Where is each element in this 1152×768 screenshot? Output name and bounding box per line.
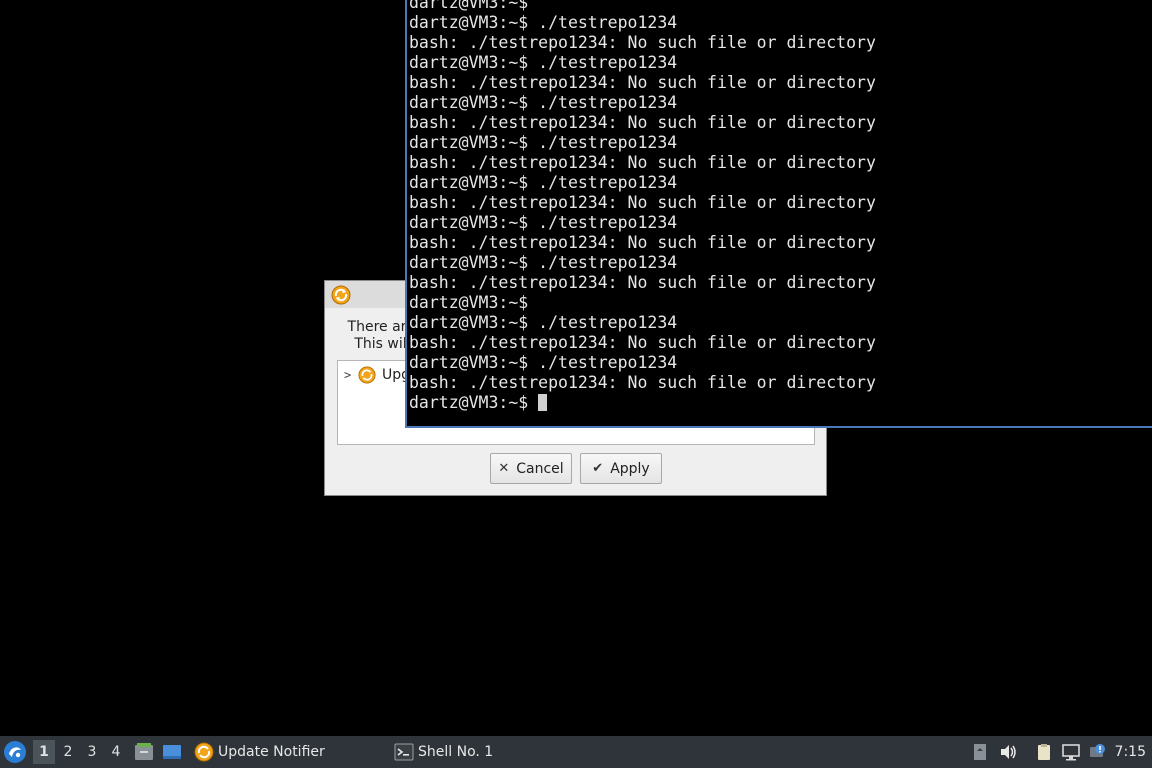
terminal-prompt: dartz@VM3:~$	[409, 393, 529, 412]
terminal-line: bash: ./testrepo1234: No such file or di…	[409, 273, 876, 292]
workspace-2[interactable]: 2	[57, 740, 79, 764]
cancel-button-label: Cancel	[516, 460, 564, 477]
network-icon[interactable]	[1062, 743, 1080, 761]
terminal-line: dartz@VM3:~$ ./testrepo1234	[409, 313, 678, 332]
terminal-prompt-line[interactable]: dartz@VM3:~$	[409, 393, 876, 413]
terminal-output: dartz@VM3:~$ dartz@VM3:~$ ./testrepo1234 b…	[409, 0, 876, 413]
task-label: Update Notifier	[218, 744, 325, 760]
terminal-line: bash: ./testrepo1234: No such file or di…	[409, 333, 876, 352]
workspace-3[interactable]: 3	[81, 740, 103, 764]
terminal-line: bash: ./testrepo1234: No such file or di…	[409, 373, 876, 392]
clipboard-icon[interactable]	[1035, 743, 1053, 761]
terminal-line: bash: ./testrepo1234: No such file or di…	[409, 113, 876, 132]
terminal-window[interactable]: dartz@VM3:~$ dartz@VM3:~$ ./testrepo1234 b…	[405, 0, 1152, 428]
terminal-line: dartz@VM3:~$ ./testrepo1234	[409, 253, 678, 272]
start-menu-icon[interactable]	[3, 740, 27, 764]
update-notifier-icon	[194, 742, 214, 762]
file-manager-icon[interactable]	[134, 742, 154, 762]
terminal-line: dartz@VM3:~$	[409, 293, 529, 312]
volume-icon[interactable]	[999, 743, 1017, 761]
terminal-line: dartz@VM3:~$ ./testrepo1234	[409, 93, 678, 112]
checkmark-icon: ✔	[592, 461, 604, 476]
terminal-line: bash: ./testrepo1234: No such file or di…	[409, 153, 876, 172]
terminal-line: dartz@VM3:~$	[409, 0, 529, 12]
task-update-notifier[interactable]: Update Notifier	[194, 739, 325, 765]
terminal-icon	[394, 743, 414, 761]
workspace-4[interactable]: 4	[105, 740, 127, 764]
terminal-line: bash: ./testrepo1234: No such file or di…	[409, 33, 876, 52]
update-alert-icon[interactable]	[1089, 743, 1107, 761]
update-notifier-icon	[331, 285, 351, 305]
show-desktop-icon[interactable]	[162, 742, 182, 762]
dialog-message-line1: There ar	[347, 319, 407, 335]
apply-button[interactable]: ✔ Apply	[580, 453, 662, 484]
expander-arrow-icon[interactable]: >	[344, 368, 356, 382]
text-cursor	[538, 394, 548, 411]
task-shell[interactable]: Shell No. 1	[394, 739, 493, 765]
terminal-line: dartz@VM3:~$ ./testrepo1234	[409, 173, 678, 192]
apply-button-label: Apply	[610, 460, 650, 477]
cancel-button[interactable]: ✕ Cancel	[490, 453, 572, 484]
removable-drive-icon[interactable]	[971, 743, 989, 761]
clock[interactable]: 7:15	[1115, 736, 1146, 768]
task-label: Shell No. 1	[418, 744, 494, 760]
dialog-message-line2: This wil	[354, 336, 407, 352]
taskbar: 1 2 3 4 Update Notifier Shell No. 1 7:15	[0, 736, 1152, 768]
terminal-line: dartz@VM3:~$ ./testrepo1234	[409, 13, 678, 32]
dialog-message: There ar This wil	[347, 319, 407, 353]
terminal-line: bash: ./testrepo1234: No such file or di…	[409, 233, 876, 252]
terminal-line: dartz@VM3:~$ ./testrepo1234	[409, 353, 678, 372]
workspace-1[interactable]: 1	[33, 740, 55, 764]
terminal-line: dartz@VM3:~$ ./testrepo1234	[409, 133, 678, 152]
tree-row-updates[interactable]: > Upg	[344, 365, 410, 385]
terminal-line: bash: ./testrepo1234: No such file or di…	[409, 73, 876, 92]
close-icon: ✕	[498, 461, 510, 476]
update-notifier-icon	[358, 366, 376, 384]
terminal-line: dartz@VM3:~$ ./testrepo1234	[409, 213, 678, 232]
terminal-line: dartz@VM3:~$ ./testrepo1234	[409, 53, 678, 72]
desktop: There ar This wil > Upg ✕ Cancel ✔ Apply	[0, 0, 1152, 736]
terminal-line: bash: ./testrepo1234: No such file or di…	[409, 193, 876, 212]
